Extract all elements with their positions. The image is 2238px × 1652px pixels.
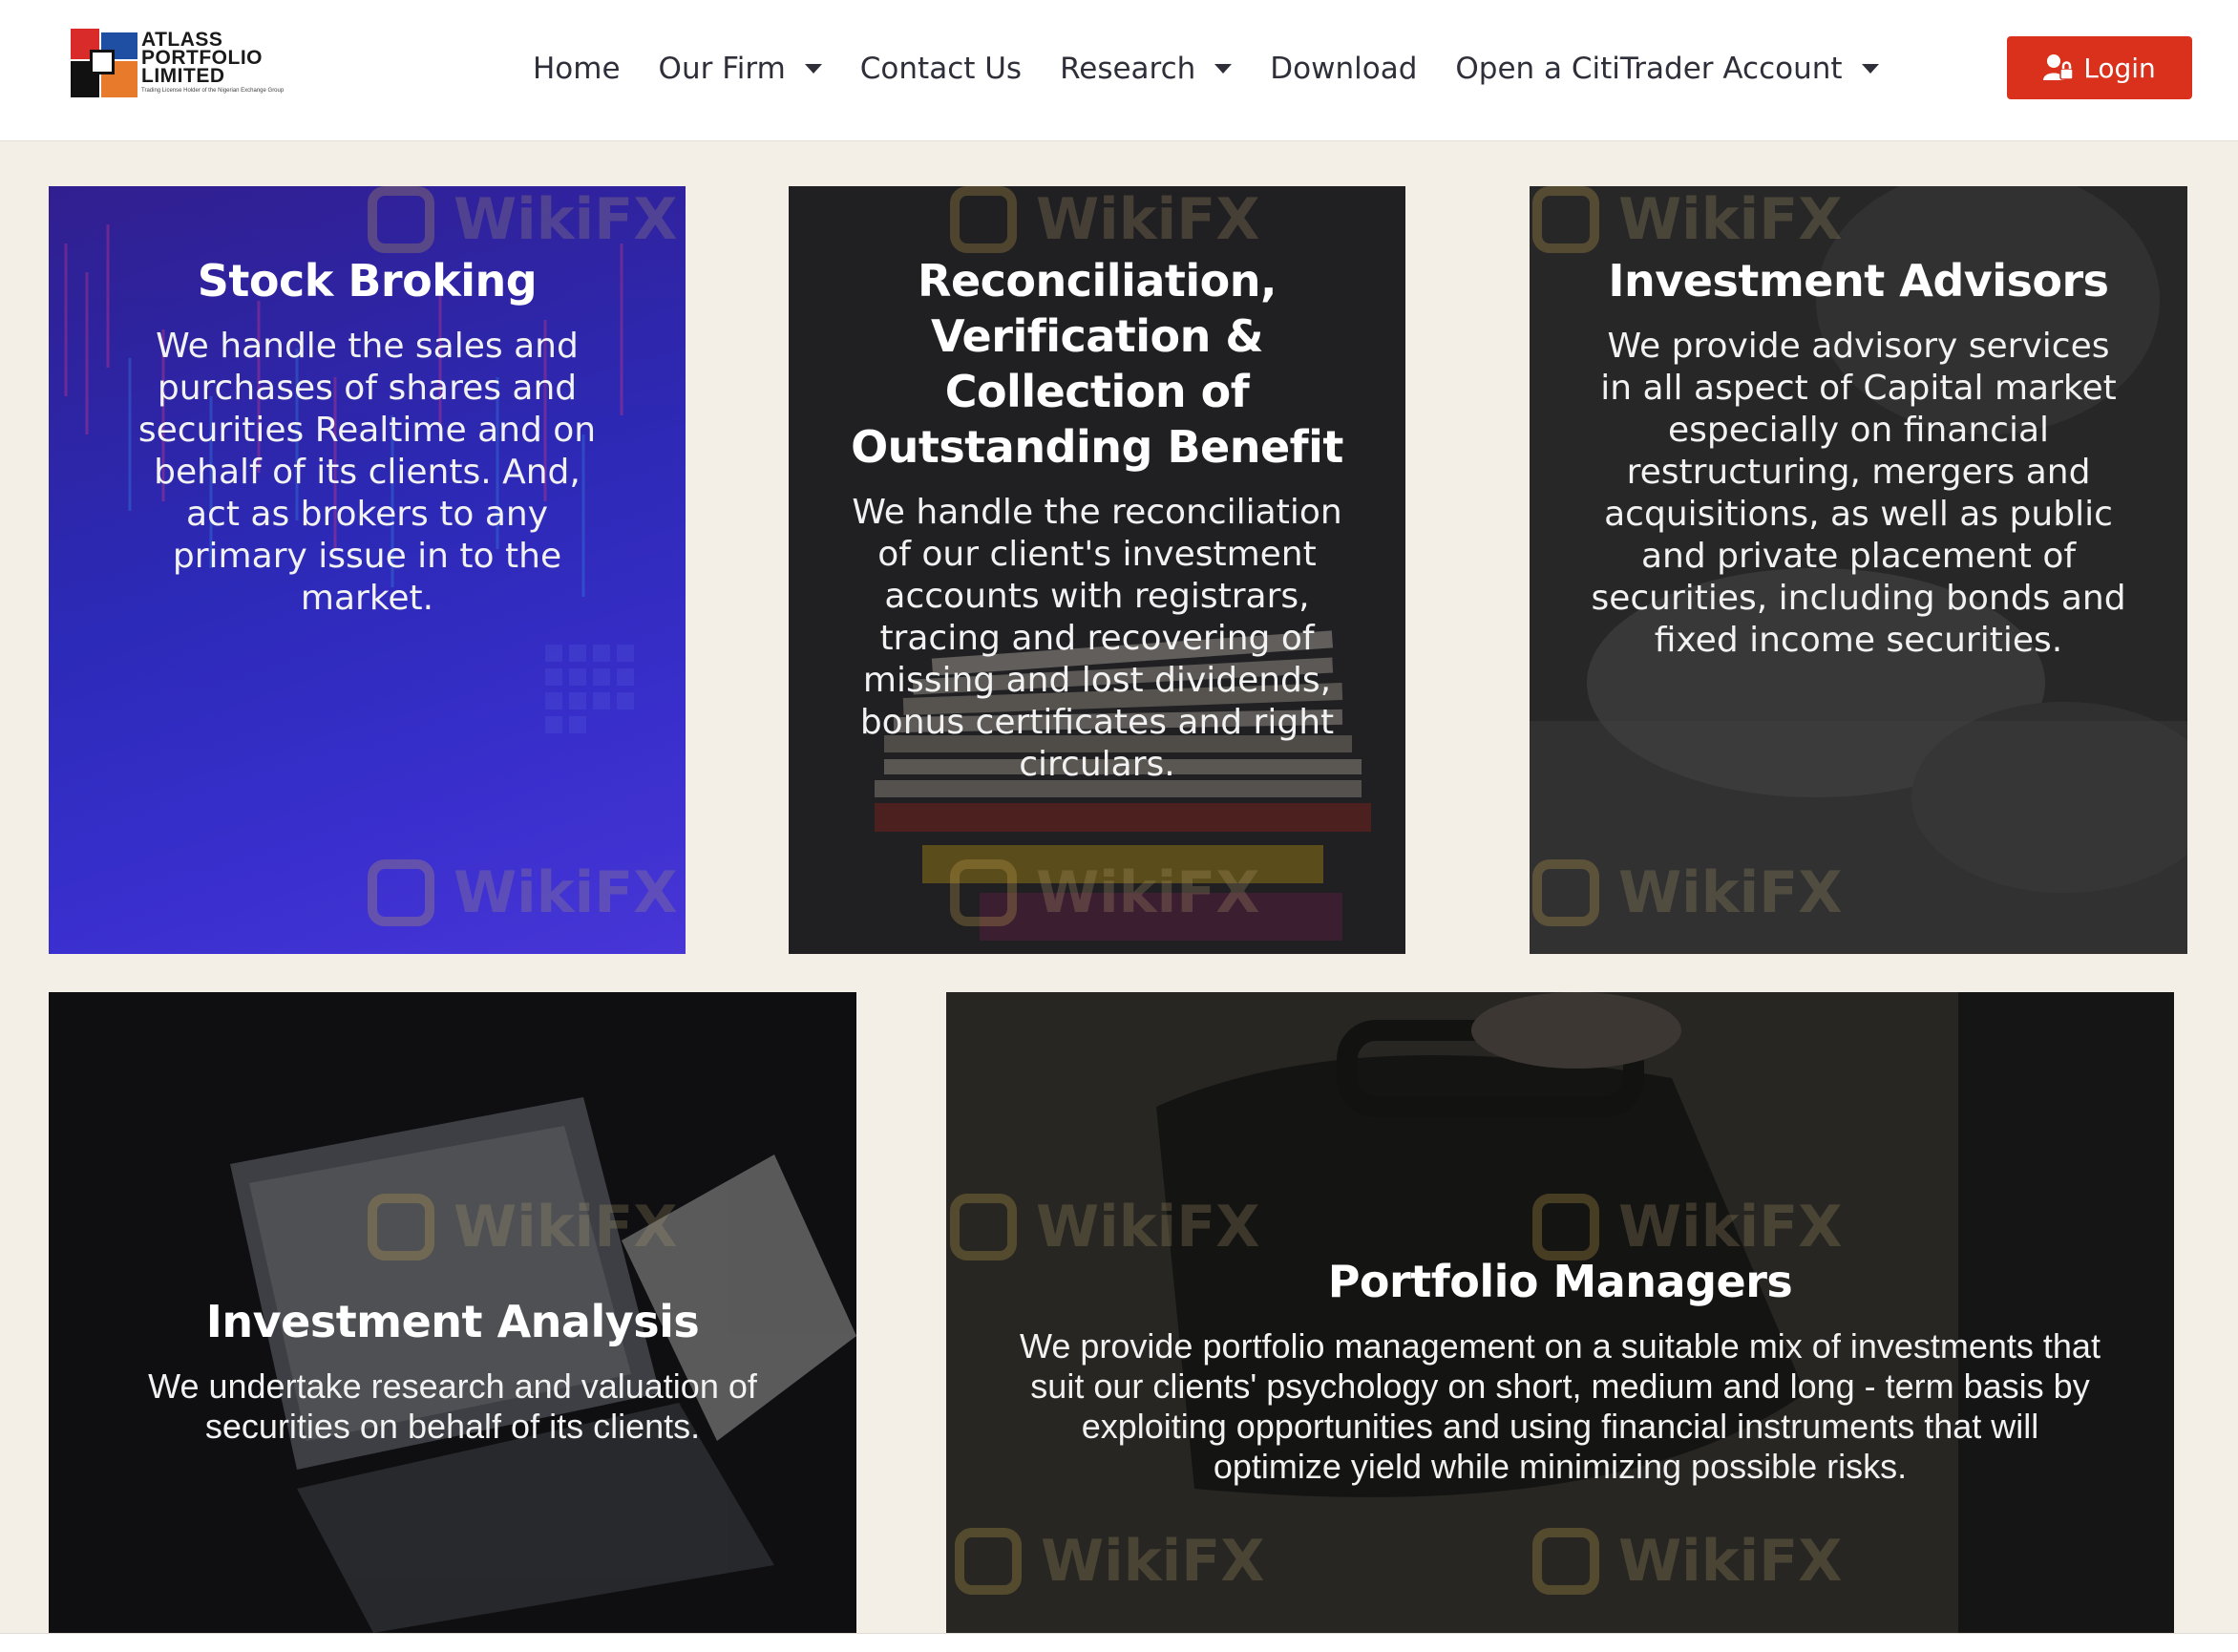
service-card-reconciliation[interactable]: Reconciliation, Verification & Collectio… — [789, 186, 1405, 954]
logo-mark-icon — [71, 29, 137, 97]
nav-download-label: Download — [1270, 52, 1418, 86]
nav-our-firm-label: Our Firm — [658, 52, 786, 86]
nav-download[interactable]: Download — [1270, 52, 1417, 86]
nav-contact-us[interactable]: Contact Us — [860, 52, 1022, 86]
logo-text: ATLASS PORTFOLIO LIMITED Trading License… — [141, 29, 284, 94]
login-label: Login — [2083, 52, 2156, 84]
nav-open-account-label: Open a CitiTrader Account — [1455, 52, 1843, 86]
main-nav: Home Our Firm Contact Us Research Downlo… — [533, 42, 1917, 95]
nav-home-label: Home — [533, 52, 621, 86]
card-title: Portfolio Managers — [1327, 1256, 1793, 1307]
nav-contact-us-label: Contact Us — [859, 52, 1023, 86]
page-bottom-strip — [0, 1633, 2238, 1652]
card-content: Reconciliation, Verification & Collectio… — [789, 253, 1405, 786]
nav-open-account[interactable]: Open a CitiTrader Account — [1455, 52, 1879, 86]
caret-down-icon — [1861, 64, 1879, 74]
service-card-investment-advisors[interactable]: Investment Advisors We provide advisory … — [1530, 186, 2187, 954]
caret-down-icon — [1214, 64, 1233, 74]
card-description: We handle the sales and purchases of sha… — [137, 327, 597, 618]
card-title: Stock Broking — [197, 255, 538, 307]
card-description: We handle the reconciliation of our clie… — [852, 493, 1342, 784]
card-description: We provide advisory services in all aspe… — [1591, 327, 2126, 660]
card-content: Investment Advisors We provide advisory … — [1530, 253, 2187, 662]
card-content: Portfolio Managers We provide portfolio … — [946, 1254, 2174, 1487]
logo-tagline: Trading License Holder of the Nigerian E… — [141, 88, 285, 94]
service-card-stock-broking[interactable]: Stock Broking We handle the sales and pu… — [49, 186, 686, 954]
nav-our-firm[interactable]: Our Firm — [659, 52, 822, 86]
logo-line: LIMITED — [141, 65, 225, 87]
nav-research-label: Research — [1060, 52, 1196, 86]
user-lock-icon — [2043, 54, 2074, 80]
site-header: ATLASS PORTFOLIO LIMITED Trading License… — [0, 0, 2238, 141]
card-title: Investment Advisors — [1608, 255, 2109, 307]
nav-home[interactable]: Home — [533, 52, 621, 86]
caret-down-icon — [804, 64, 822, 74]
card-content: Stock Broking We handle the sales and pu… — [49, 253, 686, 620]
service-card-investment-analysis[interactable]: Investment Analysis We undertake researc… — [49, 992, 856, 1633]
nav-research[interactable]: Research — [1060, 52, 1233, 86]
card-description: We undertake research and valuation of s… — [148, 1366, 757, 1446]
card-title: Reconciliation, Verification & Collectio… — [851, 255, 1343, 473]
card-title: Investment Analysis — [205, 1296, 700, 1347]
login-button[interactable]: Login — [2007, 36, 2192, 99]
service-card-portfolio-managers[interactable]: Portfolio Managers We provide portfolio … — [946, 992, 2174, 1633]
card-description: We provide portfolio management on a sui… — [1020, 1326, 2101, 1486]
company-logo[interactable]: ATLASS PORTFOLIO LIMITED Trading License… — [71, 29, 300, 103]
card-content: Investment Analysis We undertake researc… — [49, 1294, 856, 1447]
